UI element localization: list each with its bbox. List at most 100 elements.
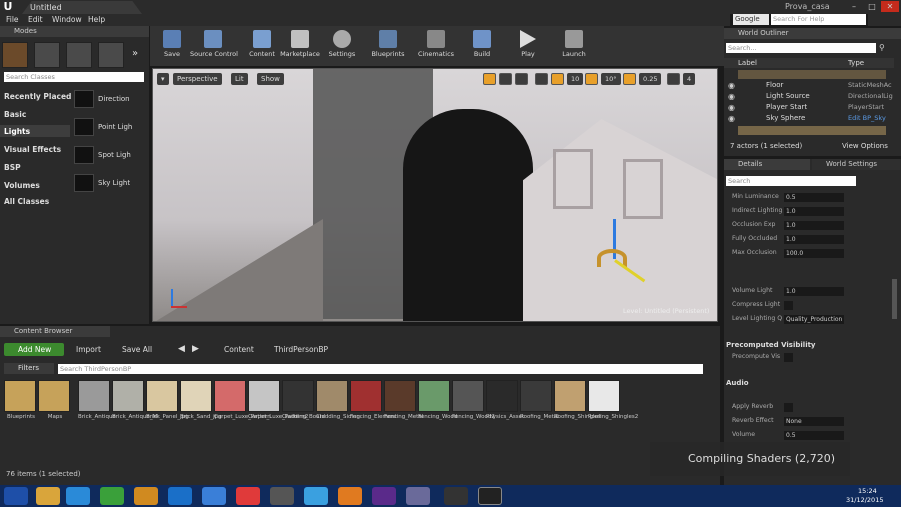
minimize-button[interactable]: – <box>845 1 863 12</box>
details-scrollbar[interactable] <box>892 279 897 319</box>
prop-dropdown[interactable]: Quality_Production <box>784 315 844 324</box>
point-light-icon[interactable] <box>74 118 94 136</box>
level-tab[interactable]: Untitled <box>22 1 142 14</box>
menu-window[interactable]: Window <box>52 14 82 26</box>
import-button[interactable]: Import <box>76 345 101 354</box>
eye-icon[interactable]: ◉ <box>728 114 735 123</box>
outliner-search-input[interactable]: Search... <box>726 43 876 53</box>
asset-thumbnail[interactable] <box>588 380 620 412</box>
cat-lights[interactable]: Lights <box>4 127 30 136</box>
epic-launcher-icon[interactable] <box>444 487 468 505</box>
angle-snap-icon[interactable] <box>585 73 598 85</box>
viewport-options-button[interactable]: ▾ <box>157 73 169 85</box>
prop-checkbox[interactable] <box>784 403 793 412</box>
section-audio[interactable]: Audio <box>726 379 749 387</box>
app2-icon[interactable] <box>202 487 226 505</box>
app5-icon[interactable] <box>406 487 430 505</box>
show-button[interactable]: Show <box>257 73 284 85</box>
cat-basic[interactable]: Basic <box>4 110 26 119</box>
outliner-row[interactable]: ◉ Player Start PlayerStart <box>724 103 894 113</box>
search-engine-select[interactable]: Google <box>733 14 769 25</box>
col-type[interactable]: Type <box>848 59 864 67</box>
asset-thumbnail[interactable] <box>486 380 518 412</box>
outliner-row[interactable]: ◉ Sky Sphere Edit BP_Sky <box>724 114 894 124</box>
level-viewport[interactable]: ▾ Perspective Lit Show 10 10° 0.25 4 Lev… <box>152 68 718 322</box>
world-outliner-tab[interactable]: World Outliner <box>724 28 901 39</box>
prop-input[interactable]: 1.0 <box>784 221 844 230</box>
ie-icon[interactable] <box>66 487 90 505</box>
place-mode-icon[interactable] <box>2 42 28 68</box>
asset-thumbnail[interactable] <box>248 380 280 412</box>
outliner-row-selected[interactable] <box>738 126 886 135</box>
asset-thumbnail[interactable] <box>554 380 586 412</box>
content-button[interactable]: Content <box>242 28 282 64</box>
firefox-icon[interactable] <box>338 487 362 505</box>
settings-button[interactable]: Settings <box>322 28 362 64</box>
lit-button[interactable]: Lit <box>231 73 248 85</box>
source-control-button[interactable]: Source Control <box>190 28 238 64</box>
menu-file[interactable]: File <box>6 14 19 26</box>
close-button[interactable]: ✕ <box>881 1 899 12</box>
outliner-row-prev[interactable] <box>738 70 886 79</box>
scale-snap-value[interactable]: 0.25 <box>639 73 662 85</box>
explorer-icon[interactable] <box>36 487 60 505</box>
app3-icon[interactable] <box>270 487 294 505</box>
sky-light-icon[interactable] <box>74 174 94 192</box>
outliner-row[interactable]: ◉ Light Source DirectionalLig <box>724 92 894 102</box>
after-effects-icon[interactable] <box>372 487 396 505</box>
transform-gizmo[interactable] <box>585 219 646 283</box>
camera-speed-icon[interactable] <box>667 73 680 85</box>
prop-input[interactable]: 1.0 <box>784 287 844 296</box>
launch-button[interactable]: Launch <box>554 28 594 64</box>
details-tab[interactable]: Details <box>724 159 810 170</box>
asset-thumbnail[interactable] <box>180 380 212 412</box>
asset-thumbnail[interactable] <box>316 380 348 412</box>
asset-thumbnail[interactable] <box>214 380 246 412</box>
modes-tab[interactable]: Modes <box>0 26 149 37</box>
add-new-button[interactable]: Add New <box>4 343 64 356</box>
paint-mode-icon[interactable] <box>34 42 60 68</box>
menu-help[interactable]: Help <box>88 14 105 26</box>
prop-checkbox[interactable] <box>784 353 793 362</box>
eye-icon[interactable]: ◉ <box>728 81 735 90</box>
prop-input[interactable]: 1.0 <box>784 235 844 244</box>
play-button[interactable]: Play <box>508 28 548 64</box>
help-search-input[interactable]: Search For Help <box>771 14 866 25</box>
forward-icon[interactable]: ▶ <box>192 344 199 354</box>
asset-thumbnail[interactable] <box>350 380 382 412</box>
prop-input[interactable]: 1.0 <box>784 207 844 216</box>
cat-all-classes[interactable]: All Classes <box>4 197 49 206</box>
prop-input[interactable]: 100.0 <box>784 249 844 258</box>
menu-edit[interactable]: Edit <box>28 14 43 26</box>
gizmo-y-axis[interactable] <box>614 259 646 283</box>
translate-tool-icon[interactable] <box>483 73 496 85</box>
content-browser-tab[interactable]: Content Browser <box>0 326 110 337</box>
light-item-directional[interactable]: Direction <box>98 95 130 103</box>
maximize-button[interactable]: □ <box>863 1 881 12</box>
back-icon[interactable]: ◀ <box>178 344 185 354</box>
asset-thumbnail[interactable] <box>78 380 110 412</box>
cinematics-button[interactable]: Cinematics <box>416 28 456 64</box>
cat-bsp[interactable]: BSP <box>4 163 21 172</box>
directional-light-icon[interactable] <box>74 90 94 108</box>
rotate-tool-icon[interactable] <box>499 73 512 85</box>
filters-button[interactable]: Filters <box>4 363 54 374</box>
foliage-mode-icon[interactable] <box>98 42 124 68</box>
unreal-editor-icon[interactable] <box>478 487 502 505</box>
hp-icon[interactable] <box>168 487 192 505</box>
details-search-input[interactable]: Search <box>726 176 856 186</box>
blueprints-button[interactable]: Blueprints <box>368 28 408 64</box>
cb-search-input[interactable]: Search ThirdPersonBP <box>58 364 703 374</box>
asset-thumbnail[interactable] <box>452 380 484 412</box>
start-icon[interactable] <box>4 487 28 505</box>
cat-recently-placed[interactable]: Recently Placed <box>4 92 71 101</box>
path-content[interactable]: Content <box>224 345 254 354</box>
asset-thumbnail[interactable] <box>146 380 178 412</box>
save-all-button[interactable]: Save All <box>122 345 152 354</box>
prop-input[interactable]: 0.5 <box>784 431 844 440</box>
world-local-icon[interactable] <box>535 73 548 85</box>
excel-icon[interactable] <box>100 487 124 505</box>
marketplace-button[interactable]: Marketplace <box>280 28 320 64</box>
perspective-button[interactable]: Perspective <box>173 73 222 85</box>
chrome-icon[interactable] <box>236 487 260 505</box>
